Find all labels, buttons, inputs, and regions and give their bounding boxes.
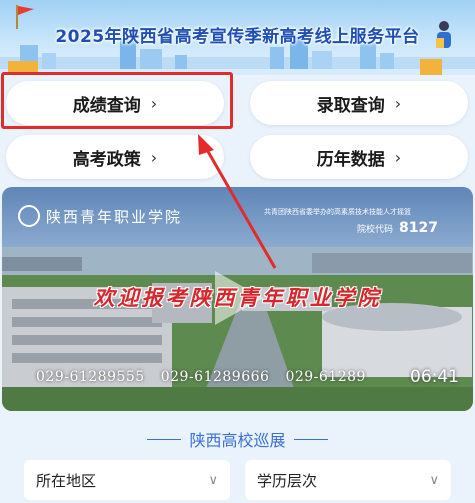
school-name: 陕西青年职业学院 [46, 207, 183, 226]
video-subtitle: 共青团陕西省委举办的高素质技术技能人才摇篮 [264, 208, 411, 216]
education-level-select-label: 学历层次 [257, 471, 318, 490]
video-duration: 06:41 [410, 367, 459, 387]
region-select-label: 所在地区 [36, 471, 97, 490]
divider-line [293, 438, 328, 440]
chevron-down-icon: ∨ [429, 472, 439, 488]
exam-policy-button[interactable]: 高考政策 › [6, 135, 224, 179]
admission-query-button[interactable]: 录取查询 › [250, 81, 468, 125]
school-code: 院校代码 8127 [357, 220, 438, 236]
phone-number: 029-61289666 [160, 369, 270, 385]
historical-data-button[interactable]: 历年数据 › [250, 135, 468, 179]
top-banner: 2025年陕西省高考宣传季新高考线上服务平台 [0, 0, 475, 75]
divider-line [147, 438, 182, 440]
exam-policy-label: 高考政策 [72, 149, 141, 170]
promo-video-player[interactable]: 陕西青年职业学院 共青团陕西省委举办的高素质技术技能人才摇篮 院校代码 8127 … [2, 187, 473, 411]
education-level-select[interactable]: 学历层次 ∨ [245, 460, 451, 500]
chevron-right-icon: › [150, 147, 158, 167]
phone-number: 029-61289 [285, 369, 366, 385]
chevron-right-icon: › [394, 147, 402, 167]
section-title: 陕西高校巡展 [0, 427, 475, 451]
welcome-slogan: 欢迎报考陕西青年职业学院 [93, 285, 382, 310]
phone-numbers: 029-61289555 029-61289666 029-61289 [36, 369, 382, 385]
phone-number: 029-61289555 [36, 369, 145, 385]
school-code-label: 院校代码 [357, 225, 394, 235]
school-logo: 陕西青年职业学院 [18, 205, 182, 227]
banner-title: 2025年陕西省高考宣传季新高考线上服务平台 [55, 27, 420, 47]
admission-query-label: 录取查询 [316, 95, 385, 116]
school-code-value: 8127 [399, 220, 438, 236]
chevron-right-icon: › [394, 93, 402, 113]
school-seal-icon [18, 205, 40, 227]
region-select[interactable]: 所在地区 ∨ [24, 460, 230, 500]
section-title-text: 陕西高校巡展 [189, 431, 286, 450]
highlight-box [1, 72, 233, 129]
historical-data-label: 历年数据 [316, 149, 385, 170]
chevron-down-icon: ∨ [208, 472, 218, 488]
